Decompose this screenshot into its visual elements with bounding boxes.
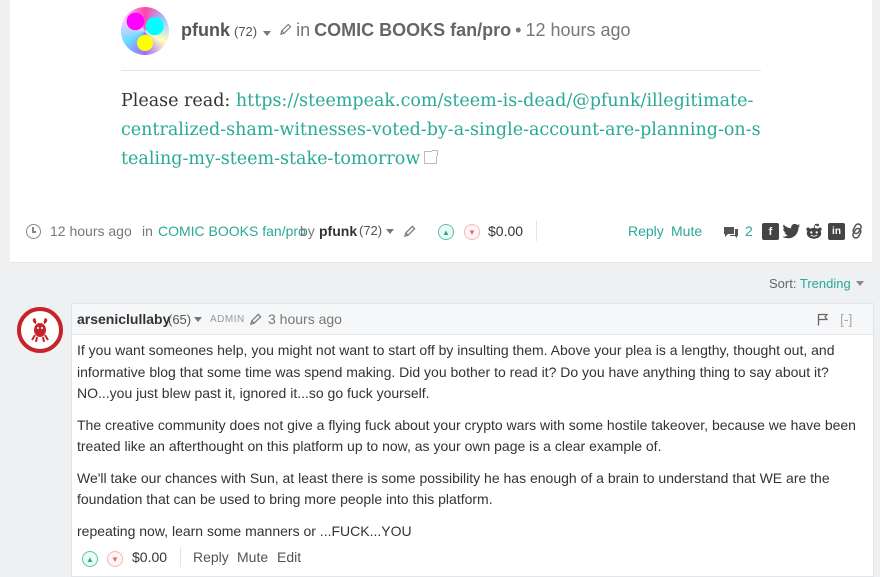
reply-time[interactable]: 3 hours ago xyxy=(268,311,342,327)
reply-paragraph: The creative community does not give a f… xyxy=(77,416,856,455)
link-icon[interactable] xyxy=(850,223,864,239)
reddit-icon[interactable] xyxy=(805,223,823,240)
author-avatar[interactable] xyxy=(121,7,169,55)
comments-icon[interactable] xyxy=(723,225,739,240)
reply-author-caret[interactable] xyxy=(194,317,202,322)
reply-paragraph: If you want someones help, you might not… xyxy=(77,342,835,401)
sort-caret[interactable] xyxy=(856,281,865,286)
reply-paragraph: We'll take our chances with Sun, at leas… xyxy=(77,469,830,508)
reply-author-reputation: (65) xyxy=(168,312,192,327)
footer-author-link[interactable]: pfunk xyxy=(319,223,357,239)
sort-label: Sort: xyxy=(769,276,797,291)
footer-author-reputation: (72) xyxy=(359,223,383,238)
edit-pencil-icon[interactable] xyxy=(403,225,416,238)
post-footer: 12 hours ago in COMIC BOOKS fan/pro by p… xyxy=(26,221,866,243)
post-body: Please read: https://steempeak.com/steem… xyxy=(121,87,761,174)
reply-payout[interactable]: $0.00 xyxy=(132,549,167,565)
reply-pencil-icon xyxy=(249,313,262,326)
reply-card: arseniclullaby (65) ADMIN 3 hours ago [-… xyxy=(71,303,874,577)
lobster-logo-icon xyxy=(26,316,54,344)
post-reply-button[interactable]: Reply xyxy=(628,223,664,239)
admin-badge: ADMIN xyxy=(210,314,245,325)
reply-footer-divider xyxy=(180,547,181,567)
linkedin-icon[interactable]: in xyxy=(828,223,845,240)
author-reputation: (72) xyxy=(234,24,258,39)
post-community-link[interactable]: COMIC BOOKS fan/pro xyxy=(314,20,511,41)
facebook-icon[interactable]: f xyxy=(762,223,779,240)
reply-author-link[interactable]: arseniclullaby xyxy=(77,311,170,327)
footer-in-label: in xyxy=(142,223,153,239)
footer-author-caret[interactable] xyxy=(386,229,394,234)
author-menu-caret[interactable] xyxy=(263,31,272,36)
flag-icon[interactable] xyxy=(817,313,829,326)
separator-dot: • xyxy=(515,20,522,40)
post-payout[interactable]: $0.00 xyxy=(488,223,523,239)
footer-by-label: by xyxy=(300,223,315,239)
clock-icon xyxy=(26,224,41,239)
comment-count[interactable]: 2 xyxy=(745,223,753,239)
divider xyxy=(121,70,761,71)
reply-downvote-button[interactable]: ▼ xyxy=(107,551,123,567)
external-link-icon xyxy=(424,150,439,164)
reply-author-avatar[interactable] xyxy=(17,307,63,353)
upvote-button[interactable]: ▲ xyxy=(438,224,454,240)
footer-divider xyxy=(536,221,537,241)
reply-edit-button[interactable]: Edit xyxy=(277,549,301,565)
downvote-button[interactable]: ▼ xyxy=(464,224,480,240)
footer-time[interactable]: 12 hours ago xyxy=(50,223,132,239)
reply-paragraph: repeating now, learn some manners or ...… xyxy=(77,522,412,539)
post-card: pfunk (72) in COMIC BOOKS fan/pro • 12 h… xyxy=(10,0,872,263)
reply-header: arseniclullaby (65) ADMIN 3 hours ago [-… xyxy=(72,304,873,335)
reply-footer: ▲ ▼ $0.00 Reply Mute Edit xyxy=(82,547,862,569)
post-byline: pfunk (72) in COMIC BOOKS fan/pro • 12 h… xyxy=(181,20,631,41)
post-mute-button[interactable]: Mute xyxy=(671,223,702,239)
reply-mute-button[interactable]: Mute xyxy=(237,549,268,565)
sort-control: Sort: Trending xyxy=(769,276,868,291)
footer-community-link[interactable]: COMIC BOOKS fan/pro xyxy=(158,223,306,239)
post-author-link[interactable]: pfunk xyxy=(181,20,230,41)
reply-body: If you want someones help, you might not… xyxy=(77,340,867,552)
pencil-icon xyxy=(280,23,292,35)
post-body-prefix: Please read: xyxy=(121,91,231,111)
collapse-button[interactable]: [-] xyxy=(840,311,852,327)
sort-select[interactable]: Trending xyxy=(800,276,851,291)
in-label: in xyxy=(296,20,311,40)
twitter-icon[interactable] xyxy=(782,223,801,240)
reply-upvote-button[interactable]: ▲ xyxy=(82,551,98,567)
post-time[interactable]: 12 hours ago xyxy=(525,20,630,41)
reply-reply-button[interactable]: Reply xyxy=(193,549,229,565)
